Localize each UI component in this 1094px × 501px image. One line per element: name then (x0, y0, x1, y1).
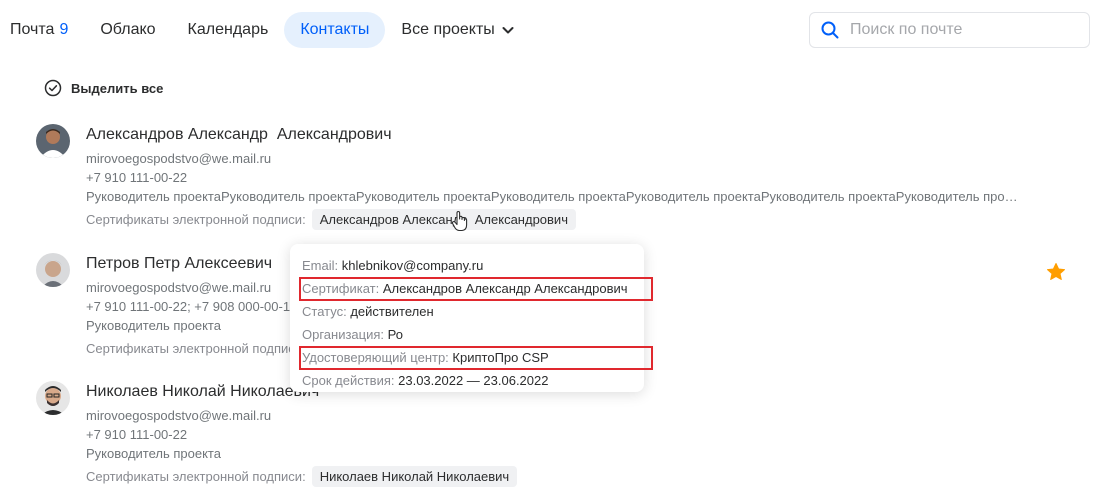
nav-tab-mail[interactable]: Почта 9 (0, 12, 84, 48)
popup-ca-row: Удостоверяющий центр: КриптоПро CSP (299, 346, 653, 370)
ca-highlight-frame (299, 346, 653, 370)
popup-email-value: khlebnikov@company.ru (341, 258, 484, 273)
avatar[interactable] (36, 124, 70, 158)
hand-cursor-icon (451, 210, 468, 232)
contact-phone: +7 910 111-00-22 (86, 170, 188, 185)
popup-certificate-row: Сертификат: Александров Александр Алекса… (299, 277, 653, 301)
certificates-row: Сертификаты электронной подписи: Алексан… (86, 208, 1026, 230)
nav-tab-all-projects-label: Все проекты (401, 21, 495, 38)
certificate-chip[interactable]: Александров Александр Александрович (311, 208, 576, 230)
chevron-down-icon (502, 27, 514, 34)
popup-status-key: Статус: (302, 304, 347, 319)
unread-count-badge: 9 (59, 21, 69, 38)
certificates-label: Сертификаты электронной подписи: (86, 340, 306, 356)
nav-tab-calendar-label: Календарь (187, 21, 269, 38)
nav-tab-mail-label: Почта (10, 21, 55, 38)
popup-validity-row: Срок действия: 23.03.2022 — 23.06.2022 (302, 369, 632, 392)
avatar[interactable] (36, 253, 70, 287)
nav-tab-contacts[interactable]: Контакты (284, 12, 386, 48)
certificate-info-popup: Email: khlebnikov@company.ru Сертификат:… (290, 244, 653, 392)
contact-position: Руководитель проекта (86, 446, 221, 461)
favorite-star-icon[interactable] (1046, 262, 1066, 282)
avatar[interactable] (36, 381, 70, 415)
popup-validity-key: Срок действия: (302, 373, 395, 388)
certificate-chip[interactable]: Николаев Николай Николаевич (311, 465, 518, 487)
popup-status-row: Статус: действителен (302, 300, 632, 323)
select-all-button[interactable]: Выделить все (44, 79, 163, 97)
popup-organization-key: Организация: (302, 327, 385, 342)
certificates-label: Сертификаты электронной подписи: (86, 211, 306, 227)
contact-name[interactable]: Александров Александр Александрович (86, 124, 1026, 146)
certificate-highlight-frame (299, 277, 653, 301)
nav-tab-calendar[interactable]: Календарь (172, 12, 285, 48)
popup-organization-row: Организация: Ро (302, 323, 632, 346)
top-nav: Почта 9 Облако Календарь Контакты Все пр… (0, 12, 531, 48)
certificates-row: Сертификаты электронной подписи: Николае… (86, 465, 1026, 487)
popup-email-row: Email: khlebnikov@company.ru (302, 254, 632, 277)
contact-phone: +7 910 111-00-22 (86, 427, 188, 442)
search-input[interactable] (850, 21, 1070, 39)
popup-email-key: Email: (302, 258, 339, 273)
nav-tab-contacts-label: Контакты (300, 21, 370, 38)
popup-status-value: действителен (350, 304, 434, 319)
nav-tab-cloud[interactable]: Облако (84, 12, 171, 48)
check-circle-icon (44, 79, 62, 97)
certificates-label: Сертификаты электронной подписи: (86, 468, 306, 484)
nav-tab-all-projects[interactable]: Все проекты (385, 12, 530, 48)
contact-email[interactable]: mirovoegospodstvo@we.mail.ru (86, 406, 1026, 425)
contact-position: Руководитель проектаРуководитель проекта… (86, 189, 1021, 204)
nav-tab-cloud-label: Облако (100, 21, 156, 38)
mail-search-box[interactable] (809, 12, 1090, 48)
search-icon (821, 21, 839, 39)
popup-organization-value: Ро (387, 327, 403, 342)
contact-email[interactable]: mirovoegospodstvo@we.mail.ru (86, 149, 1026, 168)
popup-validity-value: 23.03.2022 — 23.06.2022 (398, 373, 549, 388)
select-all-label: Выделить все (71, 80, 164, 96)
